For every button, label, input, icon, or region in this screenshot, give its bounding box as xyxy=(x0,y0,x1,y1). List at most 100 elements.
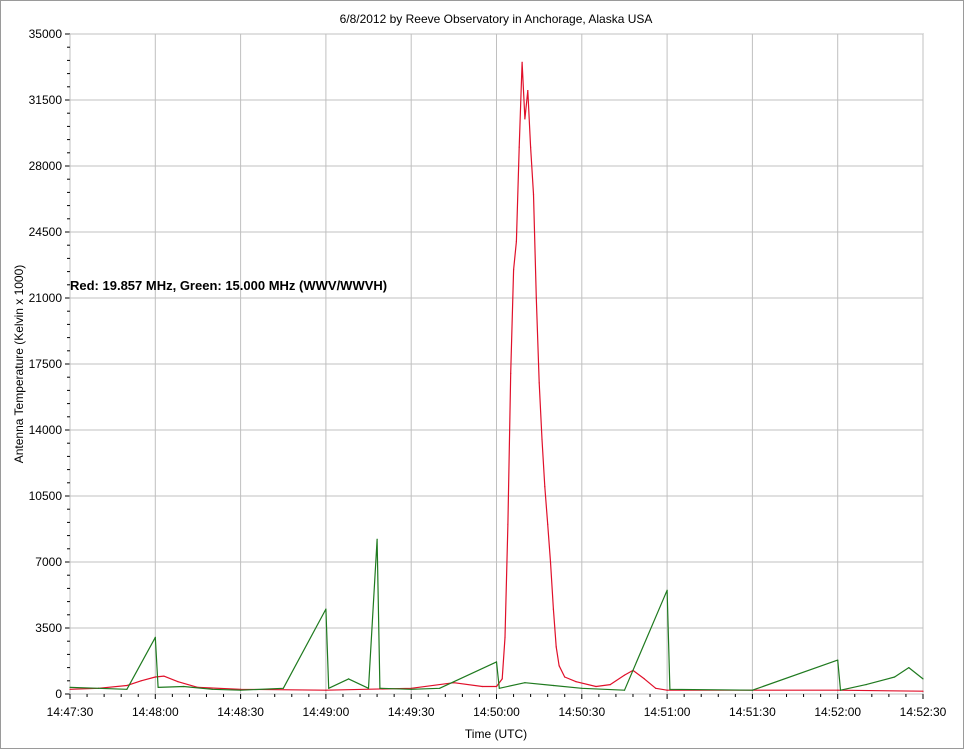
x-tick-label: 14:49:30 xyxy=(388,705,435,719)
data-point xyxy=(183,685,185,688)
data-point xyxy=(541,438,543,440)
data-point xyxy=(865,684,867,686)
data-point xyxy=(623,689,626,691)
data-point xyxy=(575,681,577,683)
data-point xyxy=(669,688,671,690)
x-tick-labels: 14:47:30 14:48:00 14:48:30 14:49:00 14:49:30… xyxy=(47,705,947,719)
data-point xyxy=(751,689,754,691)
data-point xyxy=(552,684,555,687)
data-point xyxy=(501,678,503,680)
x-tick-label: 14:50:00 xyxy=(473,705,520,719)
data-point xyxy=(376,538,378,541)
data-point xyxy=(510,372,512,374)
y-tick-label: 31500 xyxy=(29,93,63,107)
data-point xyxy=(908,667,910,669)
data-point xyxy=(325,689,327,691)
data-point xyxy=(524,118,526,120)
data-point xyxy=(544,486,546,488)
x-tick-label: 14:49:00 xyxy=(303,705,350,719)
x-tick-label: 14:52:00 xyxy=(814,705,861,719)
data-point xyxy=(595,685,597,688)
data-point xyxy=(609,684,611,686)
data-point xyxy=(666,589,668,591)
data-point xyxy=(177,681,179,683)
data-point xyxy=(623,674,626,676)
y-tick-label: 3500 xyxy=(35,621,62,635)
x-tick-label: 14:51:30 xyxy=(729,705,776,719)
y-tick-label: 17500 xyxy=(29,357,63,371)
data-point xyxy=(547,523,549,525)
x-tick-label: 14:48:30 xyxy=(217,705,264,719)
data-point xyxy=(581,687,583,689)
y-axis-label: Antenna Temperature (Kelvin x 1000) xyxy=(12,265,26,464)
data-point xyxy=(527,90,529,92)
series-annotation: Red: 19.857 MHz, Green: 15.000 MHz (WWV/… xyxy=(70,278,387,293)
x-tick-label: 14:47:30 xyxy=(47,705,94,719)
data-point xyxy=(922,690,924,692)
y-tick-label: 35000 xyxy=(29,27,63,41)
data-point xyxy=(894,676,896,678)
y-tick-label: 7000 xyxy=(35,555,62,569)
data-point xyxy=(348,678,350,680)
data-point xyxy=(439,687,441,689)
data-point xyxy=(524,682,526,684)
data-point xyxy=(643,678,646,680)
data-point xyxy=(325,608,327,610)
data-point xyxy=(504,636,506,639)
data-point xyxy=(410,688,412,690)
data-point xyxy=(163,675,165,677)
data-point xyxy=(549,561,552,563)
data-point xyxy=(837,659,839,661)
y-tick-label: 28000 xyxy=(29,159,63,173)
y-tick-label: 0 xyxy=(55,687,62,701)
data-point xyxy=(379,687,381,689)
data-point xyxy=(535,297,537,299)
data-point xyxy=(498,687,500,689)
x-tick-label: 14:48:00 xyxy=(132,705,179,719)
chart-title: 6/8/2012 by Reeve Observatory in Anchora… xyxy=(340,12,653,26)
chart-window: 0 3500 7000 10500 14000 17500 21000 24500 28000 3… xyxy=(0,0,964,749)
data-point xyxy=(154,676,156,678)
data-point xyxy=(328,687,330,689)
data-point xyxy=(481,685,483,688)
x-tick-label: 14:52:30 xyxy=(900,705,947,719)
data-point xyxy=(530,146,532,148)
data-point xyxy=(555,646,557,648)
chart: 0 3500 7000 10500 14000 17500 21000 24500 28000 3… xyxy=(12,12,947,741)
data-point xyxy=(837,689,839,691)
y-tick-label: 14000 xyxy=(29,423,63,437)
data-point xyxy=(211,688,213,690)
data-point xyxy=(97,687,99,689)
y-tick-label: 21000 xyxy=(29,291,63,305)
data-point xyxy=(655,687,657,689)
y-tick-label: 10500 xyxy=(29,489,63,503)
data-point xyxy=(495,661,498,663)
data-point xyxy=(515,240,518,242)
data-point xyxy=(69,688,71,690)
data-point xyxy=(367,687,370,689)
data-point xyxy=(922,678,924,680)
data-point xyxy=(538,382,540,384)
data-point xyxy=(140,680,142,682)
data-point xyxy=(532,193,535,195)
data-point xyxy=(513,269,515,271)
data-point xyxy=(564,676,566,678)
data-point xyxy=(157,686,159,689)
x-axis-label: Time (UTC) xyxy=(465,727,527,741)
x-tick-label: 14:51:00 xyxy=(644,705,691,719)
data-point xyxy=(518,146,520,148)
data-point xyxy=(126,688,128,690)
data-point xyxy=(521,61,523,63)
data-point xyxy=(552,608,555,610)
data-point xyxy=(495,685,498,688)
y-tick-label: 24500 xyxy=(29,225,63,239)
data-point xyxy=(507,523,509,525)
data-point xyxy=(558,665,560,667)
x-tick-label: 14:50:30 xyxy=(558,705,605,719)
data-point xyxy=(282,687,284,689)
data-point xyxy=(154,636,156,639)
data-point xyxy=(126,684,128,687)
data-point xyxy=(839,689,842,691)
y-tick-labels: 0 3500 7000 10500 14000 17500 21000 24500 28000 3… xyxy=(29,27,63,701)
data-point xyxy=(69,686,71,689)
